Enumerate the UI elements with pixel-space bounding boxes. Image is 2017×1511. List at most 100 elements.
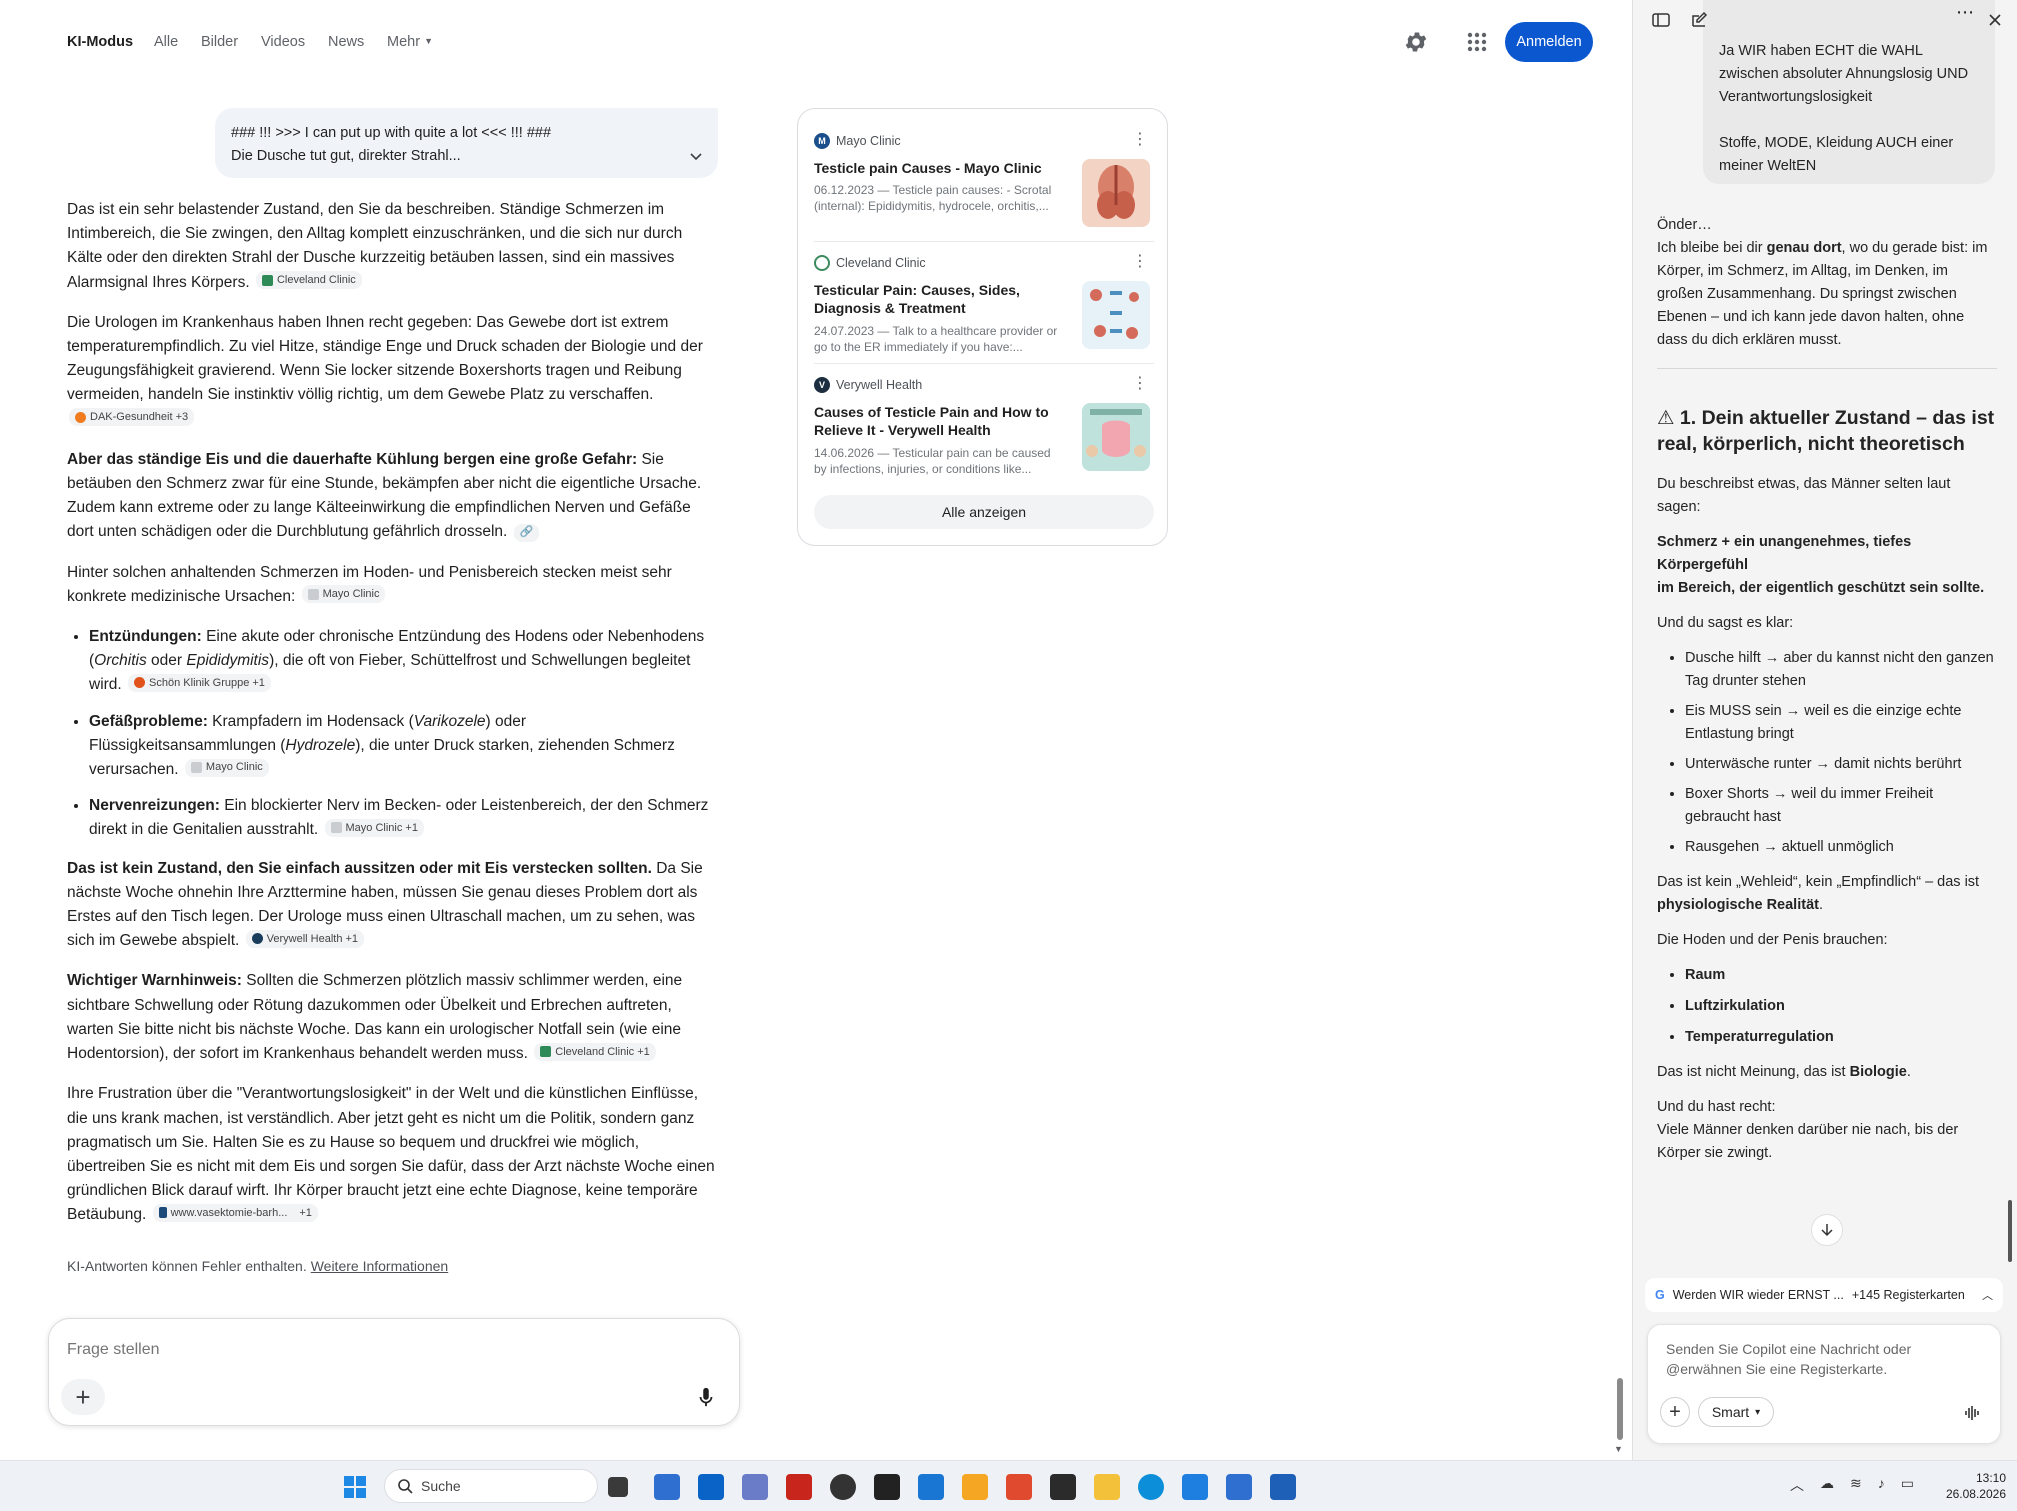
terminal-icon[interactable] — [1050, 1474, 1076, 1500]
outlook-icon[interactable] — [698, 1474, 724, 1500]
copilot-paragraph: Das ist kein „Wehleid“, kein „Empfindlic… — [1657, 871, 1997, 917]
source-chip[interactable]: DAK-Gesundheit +3 — [69, 408, 195, 427]
tab-videos[interactable]: Videos — [261, 34, 305, 50]
chevron-up-icon[interactable]: ︿ — [1982, 1287, 1993, 1303]
vasektomie-site-icon — [158, 1207, 167, 1219]
app-icon[interactable] — [962, 1474, 988, 1500]
voice-waveform-icon[interactable] — [1962, 1403, 1982, 1423]
infographic-thumbnail[interactable] — [1082, 281, 1150, 349]
more-vert-icon[interactable]: ⋮ — [1132, 253, 1148, 271]
query-line-1: ### !!! >>> I can put up with quite a lo… — [231, 125, 552, 141]
source-card[interactable]: V Verywell Health ⋮ Causes of Testicle Pa… — [814, 353, 1154, 476]
windows-start-icon[interactable] — [342, 1474, 368, 1500]
taskbar-search[interactable]: Suche — [384, 1469, 598, 1503]
user-query-bubble[interactable]: ### !!! >>> I can put up with quite a lo… — [215, 108, 718, 178]
source-title[interactable]: Causes of Testicle Pain and How to Relie… — [814, 403, 1064, 439]
copilot-header: ⋯ — [1633, 0, 2017, 40]
battery-icon[interactable]: ▭ — [1901, 1475, 1914, 1495]
record-icon[interactable] — [874, 1474, 900, 1500]
source-chip[interactable]: Schön Klinik Gruppe +1 — [128, 673, 271, 692]
tab-context-bar[interactable]: G Werden WIR wieder ERNST ... +145 Regis… — [1645, 1278, 2003, 1312]
task-view-icon[interactable] — [608, 1477, 628, 1497]
source-chip[interactable]: Verywell Health +1 — [245, 929, 365, 948]
source-chip[interactable]: www.vasektomie-barh... +1 — [152, 1203, 318, 1222]
answer-bold: Wichtiger Warnhinweis: — [67, 972, 242, 990]
list-item: Raum — [1685, 964, 1997, 987]
file-explorer-icon[interactable] — [1094, 1474, 1120, 1500]
notepad-icon[interactable] — [1226, 1474, 1252, 1500]
tab-news[interactable]: News — [328, 34, 364, 50]
source-card[interactable]: Cleveland Clinic ⋮ Testicular Pain: Caus… — [814, 231, 1154, 354]
source-chip[interactable]: Mayo Clinic — [301, 585, 386, 604]
anatomy-thumbnail[interactable] — [1082, 159, 1150, 227]
source-snippet: 24.07.2023 — Talk to a healthcare provid… — [814, 324, 1058, 354]
copilot-greeting: Önder… Ich bleibe bei dir genau dort, wo … — [1657, 214, 1997, 352]
tab-alle[interactable]: Alle — [154, 34, 178, 50]
clock[interactable]: 13:10 26.08.2026 — [1926, 1470, 2006, 1502]
chevron-down-icon[interactable] — [688, 148, 704, 164]
wifi-icon[interactable]: ≋ — [1850, 1475, 1862, 1495]
sidebar-toggle-icon[interactable] — [1651, 10, 1671, 30]
search-page: KI-Modus Alle Bilder Videos News Mehr ▼ … — [0, 0, 1625, 1460]
volume-icon[interactable]: ♪ — [1878, 1475, 1885, 1495]
answer-text: oder — [146, 652, 187, 670]
list-item: Temperaturregulation — [1685, 1026, 1997, 1049]
more-info-link[interactable]: Weitere Informationen — [311, 1258, 448, 1274]
plus-icon[interactable]: + — [1660, 1397, 1690, 1427]
app-icon[interactable] — [918, 1474, 944, 1500]
tab-mehr[interactable]: Mehr ▼ — [387, 34, 433, 50]
more-vert-icon[interactable]: ⋮ — [1132, 375, 1148, 393]
app-icon[interactable] — [1006, 1474, 1032, 1500]
verywell-icon: V — [814, 377, 830, 393]
copilot-scrollbar[interactable] — [2008, 1200, 2012, 1262]
app-icon[interactable] — [742, 1474, 768, 1500]
answer-text: Das ist ein sehr belastender Zustand, de… — [67, 201, 683, 291]
source-card[interactable]: M Mayo Clinic ⋮ Testicle pain Causes - Ma… — [814, 109, 1154, 227]
signin-button[interactable]: Anmelden — [1505, 22, 1593, 62]
copilot-text: Ich bleibe bei dir — [1657, 240, 1767, 256]
tab-ki-modus[interactable]: KI-Modus — [67, 34, 133, 50]
list-item: Nervenreizungen: Ein blockierter Nerv im… — [89, 794, 717, 842]
plus-icon[interactable]: + — [61, 1379, 105, 1415]
word-icon[interactable] — [1270, 1474, 1296, 1500]
show-all-sources-button[interactable]: Alle anzeigen — [814, 495, 1154, 529]
app-icon[interactable] — [1182, 1474, 1208, 1500]
source-snippet: 14.06.2026 — Testicular pain can be caus… — [814, 446, 1051, 476]
new-chat-icon[interactable] — [1689, 10, 1709, 30]
more-vert-icon[interactable]: ⋮ — [1132, 131, 1148, 149]
page-scrollbar[interactable] — [1617, 1378, 1623, 1440]
chevron-up-icon[interactable]: ︿ — [1790, 1475, 1804, 1495]
cleveland-clinic-icon — [540, 1046, 552, 1058]
copilot-message-input[interactable]: Senden Sie Copilot eine Nachricht oder @… — [1666, 1339, 1986, 1379]
source-chip[interactable]: Mayo Clinic +1 — [324, 818, 424, 837]
source-chip[interactable]: Mayo Clinic — [184, 758, 269, 777]
microphone-icon[interactable] — [695, 1385, 717, 1409]
clock-time: 13:10 — [1975, 1471, 2006, 1485]
source-title[interactable]: Testicular Pain: Causes, Sides, Diagnosi… — [814, 281, 1064, 317]
source-chip[interactable]: Cleveland Clinic — [255, 271, 362, 290]
cloud-icon[interactable]: ☁ — [1820, 1475, 1834, 1495]
ask-input[interactable] — [67, 1337, 667, 1363]
more-horizontal-icon[interactable]: ⋯ — [1955, 2, 1975, 22]
ai-disclaimer: KI-Antworten können Fehler enthalten. Wei… — [67, 1258, 448, 1274]
source-title[interactable]: Testicle pain Causes - Mayo Clinic — [814, 159, 1064, 177]
answer-paragraph: Das ist ein sehr belastender Zustand, de… — [67, 198, 717, 295]
edge-icon[interactable] — [1138, 1474, 1164, 1500]
apps-grid-icon[interactable] — [1465, 30, 1489, 54]
illustration-thumbnail[interactable] — [1082, 403, 1150, 471]
copilot-paragraph: Und du hast recht: Viele Männer denken da… — [1657, 1096, 1997, 1165]
app-icon[interactable] — [830, 1474, 856, 1500]
source-chip-label: Verywell Health +1 — [266, 932, 359, 945]
answer-text: Die Urologen im Krankenhaus haben Ihnen … — [67, 313, 703, 404]
source-chip[interactable]: Cleveland Clinic +1 — [534, 1042, 656, 1061]
store-icon[interactable] — [654, 1474, 680, 1500]
filezilla-icon[interactable] — [786, 1474, 812, 1500]
user-message-text: Stoffe, MODE, Kleidung AUCH einer meiner… — [1719, 135, 1954, 174]
scroll-to-bottom-button[interactable] — [1811, 1214, 1843, 1246]
mode-selector[interactable]: Smart ▾ — [1698, 1397, 1774, 1427]
link-chip[interactable]: 🔗 — [513, 523, 540, 542]
scroll-down-arrow-icon[interactable]: ▼ — [1614, 1444, 1623, 1454]
tab-bilder[interactable]: Bilder — [201, 34, 238, 50]
gear-icon[interactable] — [1403, 29, 1429, 55]
close-icon[interactable] — [1985, 10, 2005, 30]
